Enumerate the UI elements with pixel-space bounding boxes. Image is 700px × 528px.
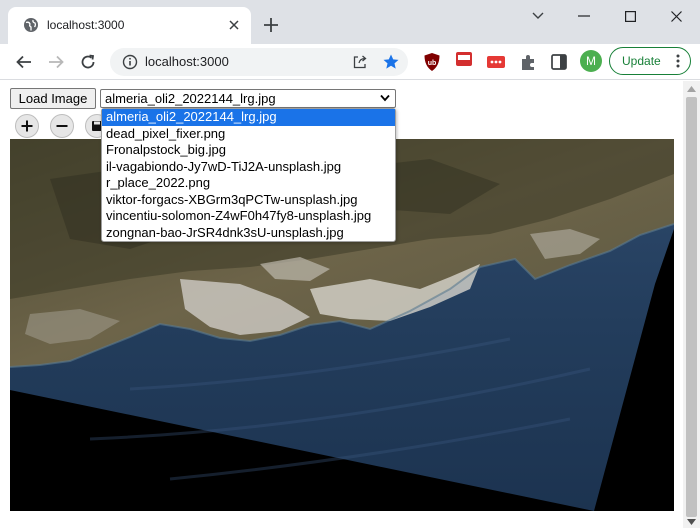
file-dropdown-list[interactable]: almeria_oli2_2022144_lrg.jpg dead_pixel_… bbox=[101, 108, 396, 242]
share-icon[interactable] bbox=[352, 54, 368, 70]
file-option[interactable]: r_place_2022.png bbox=[102, 175, 395, 192]
back-icon[interactable] bbox=[12, 50, 36, 74]
load-image-button[interactable]: Load Image bbox=[10, 88, 96, 109]
update-label: Update bbox=[622, 54, 661, 68]
more-menu-icon[interactable] bbox=[676, 54, 680, 68]
address-bar[interactable]: localhost:3000 bbox=[110, 48, 408, 76]
file-option[interactable]: zongnan-bao-JrSR4dnk3sU-unsplash.jpg bbox=[102, 225, 395, 242]
maximize-icon[interactable] bbox=[618, 6, 642, 26]
page-content: Load Image almeria_oli2_2022144_lrg.jpg bbox=[0, 81, 683, 528]
scroll-down-arrow-icon[interactable] bbox=[687, 519, 696, 525]
tab-title: localhost:3000 bbox=[47, 18, 125, 32]
tab-search-chevron-icon[interactable] bbox=[526, 6, 550, 26]
browser-tab[interactable]: localhost:3000 bbox=[8, 7, 251, 44]
file-option[interactable]: almeria_oli2_2022144_lrg.jpg bbox=[102, 109, 395, 126]
chevron-down-icon bbox=[380, 94, 390, 102]
profile-avatar[interactable]: M bbox=[580, 50, 602, 72]
zoom-out-icon bbox=[56, 125, 68, 127]
close-tab-icon[interactable] bbox=[225, 16, 243, 34]
zoom-in-icon bbox=[21, 120, 33, 132]
ublock-shield-icon[interactable]: ub bbox=[422, 52, 442, 72]
zoom-out-button[interactable] bbox=[50, 114, 74, 138]
puzzle-extensions-icon[interactable] bbox=[518, 52, 538, 72]
url-text[interactable]: localhost:3000 bbox=[145, 54, 229, 69]
dots-extension-icon[interactable] bbox=[486, 52, 506, 72]
close-window-icon[interactable] bbox=[664, 6, 688, 26]
site-info-icon[interactable] bbox=[122, 54, 138, 70]
file-select-value: almeria_oli2_2022144_lrg.jpg bbox=[105, 91, 276, 106]
file-select[interactable]: almeria_oli2_2022144_lrg.jpg bbox=[100, 89, 396, 108]
zoom-in-button[interactable] bbox=[15, 114, 39, 138]
file-option[interactable]: il-vagabiondo-Jy7wD-TiJ2A-unsplash.jpg bbox=[102, 159, 395, 176]
bookmark-star-icon[interactable] bbox=[382, 53, 400, 71]
file-option[interactable]: vincentiu-solomon-Z4wF0h47fy8-unsplash.j… bbox=[102, 208, 395, 225]
side-panel-icon[interactable] bbox=[549, 52, 569, 72]
file-option[interactable]: Fronalpstock_big.jpg bbox=[102, 142, 395, 159]
file-option[interactable]: viktor-forgacs-XBGrm3qPCTw-unsplash.jpg bbox=[102, 192, 395, 209]
forward-icon[interactable] bbox=[44, 50, 68, 74]
calendar-extension-icon[interactable] bbox=[454, 50, 474, 70]
page-scrollbar[interactable] bbox=[683, 81, 700, 528]
tab-strip: localhost:3000 bbox=[0, 0, 700, 44]
svg-text:ub: ub bbox=[428, 60, 437, 67]
scrollbar-thumb[interactable] bbox=[686, 97, 697, 517]
minimize-icon[interactable] bbox=[572, 6, 596, 26]
globe-icon bbox=[24, 18, 38, 32]
update-button[interactable]: Update bbox=[609, 47, 691, 75]
file-option[interactable]: dead_pixel_fixer.png bbox=[102, 126, 395, 143]
scroll-up-arrow-icon[interactable] bbox=[687, 86, 696, 92]
reload-icon[interactable] bbox=[76, 50, 100, 74]
new-tab-icon[interactable] bbox=[262, 16, 280, 34]
